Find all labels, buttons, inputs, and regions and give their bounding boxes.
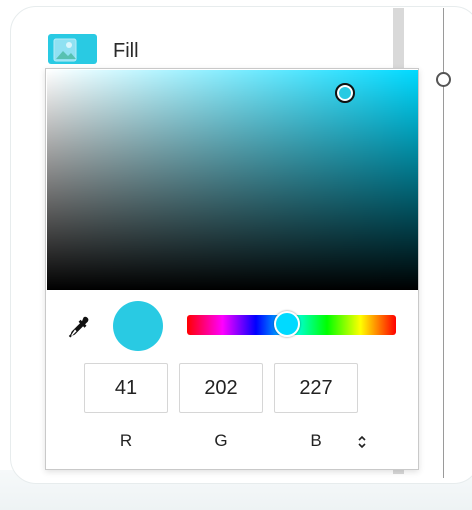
red-channel-label: R bbox=[119, 431, 133, 450]
green-channel-label: G bbox=[214, 431, 228, 450]
saturation-value-area[interactable] bbox=[47, 70, 418, 290]
fill-label: Fill bbox=[113, 40, 139, 62]
blue-channel-label: B bbox=[310, 431, 322, 450]
eyedropper-icon[interactable] bbox=[66, 314, 92, 340]
image-placeholder-icon bbox=[53, 38, 77, 62]
color-preview-swatch bbox=[113, 301, 163, 351]
green-channel-input[interactable] bbox=[179, 363, 263, 413]
fill-settings-panel: Fill R G B bbox=[0, 0, 472, 510]
side-slider-handle[interactable] bbox=[436, 72, 451, 87]
saturation-cursor[interactable] bbox=[335, 83, 355, 103]
red-channel-input[interactable] bbox=[84, 363, 168, 413]
color-picker-popup: R G B bbox=[45, 68, 419, 470]
blue-channel-input[interactable] bbox=[274, 363, 358, 413]
chevron-up-down-icon[interactable] bbox=[351, 431, 373, 453]
fill-swatch[interactable] bbox=[48, 34, 97, 64]
